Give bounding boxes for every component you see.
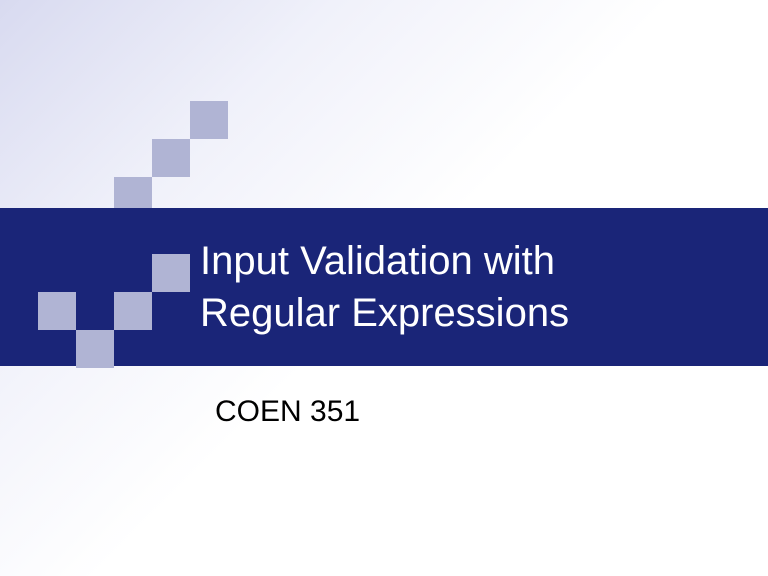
slide-subtitle: COEN 351 bbox=[215, 395, 360, 429]
decorative-square bbox=[0, 254, 38, 292]
title-line-2: Regular Expressions bbox=[200, 291, 569, 335]
decorative-square bbox=[76, 330, 114, 368]
title-line-1: Input Validation with bbox=[200, 239, 555, 283]
slide-title: Input Validation with Regular Expression… bbox=[200, 235, 569, 339]
decorative-square bbox=[38, 292, 76, 330]
title-bar: Input Validation with Regular Expression… bbox=[0, 208, 768, 366]
decorative-square bbox=[114, 292, 152, 330]
decorative-square bbox=[152, 139, 190, 177]
decorative-square bbox=[190, 101, 228, 139]
decorative-square bbox=[152, 254, 190, 292]
